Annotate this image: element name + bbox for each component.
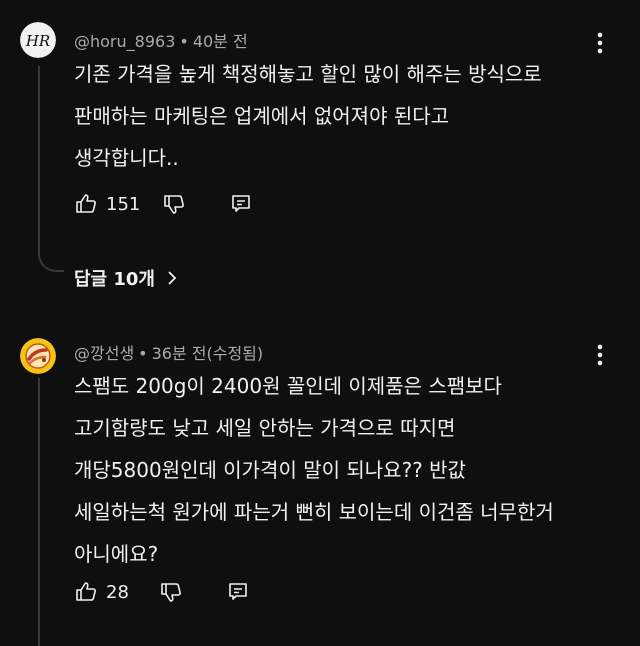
comment-actions: 28 — [74, 577, 249, 607]
view-replies-button[interactable]: 답글 10개 — [74, 265, 177, 291]
dislike-button[interactable] — [159, 580, 183, 604]
user-avatar[interactable] — [20, 338, 56, 374]
chevron-right-icon — [168, 271, 177, 285]
comment-author[interactable]: @horu_8963 — [74, 32, 175, 51]
comment-header: @horu_8963 • 40분 전 — [74, 28, 248, 52]
reply-icon — [229, 583, 247, 600]
comment-text-line: 스팸도 200g이 2400원 꼴인데 이제품은 스팸보다 — [74, 374, 502, 398]
header-separator: • — [138, 344, 148, 363]
more-vert-icon — [597, 32, 603, 54]
comment: @깡선생 • 36분 전(수정됨) 스팸도 200g이 2400원 꼴인데 이제품은… — [0, 320, 640, 646]
comment-text-line: 생각합니다.. — [74, 146, 179, 170]
comment-header: @깡선생 • 36분 전(수정됨) — [74, 340, 263, 364]
comment-text-line: 고기함량도 낮고 세일 안하는 가격으로 따지면 — [74, 416, 456, 440]
comment-text-line: 판매하는 마케팅은 업계에서 없어져야 된다고 — [74, 104, 450, 128]
comment-body: 기존 가격을 높게 책정해놓고 할인 많이 해주는 방식으로 판매하는 마케팅은… — [74, 53, 614, 179]
comment-text-line: 기존 가격을 높게 책정해놓고 할인 많이 해주는 방식으로 — [74, 62, 542, 86]
food-illustration-avatar-icon — [20, 338, 56, 374]
comment-time: 40분 전 — [192, 32, 248, 51]
comment-text-line: 개당5800원인데 이가격이 말이 되나요?? 반값 — [74, 458, 466, 482]
reply-icon — [232, 195, 251, 212]
comment-text-line: 아니에요? — [74, 542, 159, 566]
comment-actions: 151 — [74, 189, 252, 219]
thumbs-down-icon — [161, 583, 181, 602]
dislike-button[interactable] — [162, 192, 186, 216]
like-count: 151 — [106, 193, 141, 215]
comment-time: 36분 전(수정됨) — [151, 344, 264, 363]
thumbs-up-icon — [76, 194, 96, 213]
header-separator: • — [179, 32, 189, 51]
like-button[interactable]: 28 — [74, 580, 129, 604]
comment-author[interactable]: @깡선생 — [74, 344, 134, 363]
like-button[interactable]: 151 — [74, 192, 140, 216]
comment-body: 스팸도 200g이 2400원 꼴인데 이제품은 스팸보다 고기함량도 낮고 세… — [74, 365, 614, 575]
hr-monogram-avatar-icon: HR — [20, 22, 56, 58]
user-avatar[interactable]: HR — [20, 22, 56, 58]
reply-button[interactable] — [230, 193, 252, 215]
avatar-monogram: HR — [25, 32, 50, 50]
more-vert-icon — [597, 344, 603, 366]
thumbs-up-icon — [76, 582, 96, 601]
replies-label: 답글 10개 — [74, 269, 155, 290]
like-count: 28 — [106, 581, 129, 603]
reply-button[interactable] — [227, 581, 249, 603]
comment-text-line: 세일하는척 원가에 파는거 뻔히 보이는데 이건좀 너무한거 — [74, 500, 554, 524]
thumbs-down-icon — [164, 195, 185, 214]
comment: HR @horu_8963 • 40분 전 기존 가격을 높게 책정해놓고 할인 많… — [0, 0, 640, 300]
